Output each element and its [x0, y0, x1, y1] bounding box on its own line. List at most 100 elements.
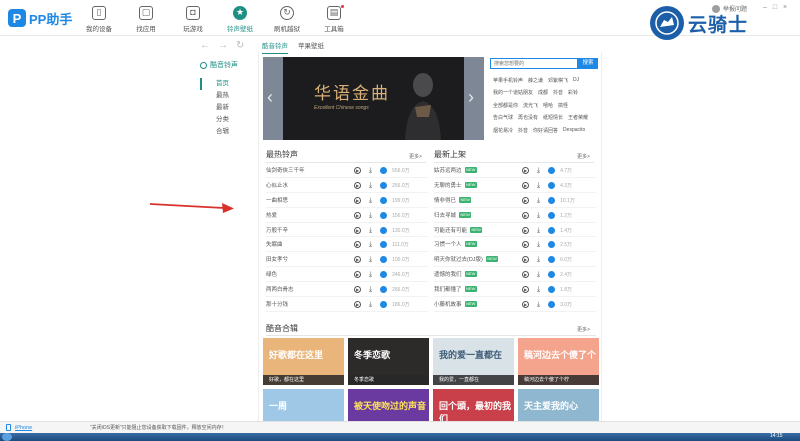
menu-home[interactable]: 首页	[200, 78, 238, 90]
minimize-button[interactable]: –	[760, 3, 770, 13]
menu-newest[interactable]: 最新	[200, 102, 238, 114]
nav-games[interactable]: ◘ 玩游戏	[170, 2, 216, 34]
play-icon[interactable]: ▶	[354, 226, 361, 234]
download-icon[interactable]: ⤓	[537, 197, 540, 204]
hot-tag[interactable]: 苹果手机铃声	[493, 77, 523, 84]
song-row[interactable]: 可能还有可能 NEW ▶ ⤓ 1.4万	[434, 223, 596, 238]
play-icon[interactable]: ▶	[354, 241, 361, 249]
song-row[interactable]: 无聊的勇士 NEW ▶ ⤓ 4.3万	[434, 178, 596, 193]
set-ringtone-icon[interactable]	[548, 271, 556, 279]
download-icon[interactable]: ⤓	[369, 256, 372, 263]
download-icon[interactable]: ⤓	[369, 182, 372, 189]
hot-tag[interactable]: 全部都是你	[493, 102, 518, 109]
hot-tag[interactable]: 搞怪	[558, 102, 568, 109]
set-ringtone-icon[interactable]	[380, 241, 388, 249]
album-card[interactable]: 好歌都在这里 好歌，都在这里	[263, 338, 344, 385]
album-card[interactable]: 我的爱一直都在 我的爱，一直都在	[433, 338, 514, 385]
set-ringtone-icon[interactable]	[548, 301, 556, 309]
download-icon[interactable]: ⤓	[537, 271, 540, 278]
hot-tag[interactable]: 再也没有	[518, 114, 538, 121]
song-row[interactable]: 遗憾的我们 NEW ▶ ⤓ 2.4万	[434, 267, 596, 283]
play-icon[interactable]: ▶	[522, 211, 529, 219]
download-icon[interactable]: ⤓	[369, 167, 372, 174]
hot-tag[interactable]: 成都	[538, 89, 548, 96]
download-icon[interactable]: ⤓	[369, 286, 372, 293]
play-icon[interactable]: ▶	[522, 226, 529, 234]
hot-tag[interactable]: Despacito	[563, 127, 585, 133]
set-ringtone-icon[interactable]	[380, 256, 388, 264]
set-ringtone-icon[interactable]	[548, 181, 556, 189]
latest-more-link[interactable]: 更多>	[577, 153, 590, 160]
set-ringtone-icon[interactable]	[380, 196, 388, 204]
set-ringtone-icon[interactable]	[548, 167, 556, 174]
song-row[interactable]: 明天你就过去(DJ版) NEW ▶ ⤓ 6.0万	[434, 252, 596, 268]
play-icon[interactable]: ▶	[354, 271, 361, 279]
download-icon[interactable]: ⤓	[537, 182, 540, 189]
download-icon[interactable]: ⤓	[537, 286, 540, 293]
download-icon[interactable]: ⤓	[537, 256, 540, 263]
set-ringtone-icon[interactable]	[548, 286, 556, 294]
set-ringtone-icon[interactable]	[548, 211, 556, 219]
play-icon[interactable]: ▶	[522, 301, 529, 309]
refresh-icon[interactable]: ↻	[236, 40, 244, 51]
set-ringtone-icon[interactable]	[548, 241, 556, 249]
hot-tag[interactable]: 告白气球	[493, 114, 513, 121]
song-row[interactable]: 田女孝兮 ▶ ⤓ 100.0万	[266, 252, 428, 268]
play-icon[interactable]: ▶	[522, 271, 529, 279]
hot-tag[interactable]: 你好请回答	[533, 127, 558, 134]
play-icon[interactable]: ▶	[522, 286, 529, 294]
play-icon[interactable]: ▶	[354, 181, 361, 189]
album-card[interactable]: 被天使吻过的声音	[348, 389, 429, 422]
album-card[interactable]: 回个頭，最初的我们	[433, 389, 514, 422]
set-ringtone-icon[interactable]	[380, 271, 388, 279]
play-icon[interactable]: ▶	[354, 167, 361, 174]
hot-tag[interactable]: 纸短情长	[543, 114, 563, 121]
download-icon[interactable]: ⤓	[369, 271, 372, 278]
play-icon[interactable]: ▶	[522, 167, 529, 174]
play-icon[interactable]: ▶	[522, 241, 529, 249]
song-row[interactable]: 小藤机故事 NEW ▶ ⤓ 3.0万	[434, 297, 596, 312]
nav-find-apps[interactable]: ▢ 找应用	[123, 2, 169, 34]
download-icon[interactable]: ⤓	[537, 227, 540, 234]
play-icon[interactable]: ▶	[522, 181, 529, 189]
song-row[interactable]: 那十分钱 ▶ ⤓ 186.0万	[266, 297, 428, 312]
hot-tag[interactable]: 王者荣耀	[568, 114, 588, 121]
set-ringtone-icon[interactable]	[548, 196, 556, 204]
album-card[interactable]: 稿河边去个傻了个 稿河边去个傻了个柠	[518, 338, 599, 385]
song-row[interactable]: 归去寻城 NEW ▶ ⤓ 1.2万	[434, 208, 596, 223]
hot-tag[interactable]: 彩铃	[568, 89, 578, 96]
set-ringtone-icon[interactable]	[380, 211, 388, 219]
play-icon[interactable]: ▶	[354, 196, 361, 204]
set-ringtone-icon[interactable]	[380, 226, 388, 234]
nav-ringtone-wallpaper[interactable]: ★ 铃声壁纸	[217, 2, 263, 34]
play-icon[interactable]: ▶	[354, 211, 361, 219]
download-icon[interactable]: ⤓	[369, 212, 372, 219]
play-icon[interactable]: ▶	[354, 286, 361, 294]
nav-toolbox[interactable]: ▤ 工具箱	[311, 2, 357, 34]
start-button[interactable]	[2, 433, 12, 441]
set-ringtone-icon[interactable]	[380, 167, 388, 174]
song-row[interactable]: 两两白骨志 ▶ ⤓ 266.0万	[266, 282, 428, 298]
set-ringtone-icon[interactable]	[548, 226, 556, 234]
download-icon[interactable]: ⤓	[537, 212, 540, 219]
song-row[interactable]: 热爱 ▶ ⤓ 156.0万	[266, 208, 428, 223]
hot-more-link[interactable]: 更多>	[409, 153, 422, 160]
song-row[interactable]: 我们都懂了 NEW ▶ ⤓ 1.8万	[434, 282, 596, 298]
tab-wallpapers[interactable]: 苹果壁纸	[298, 40, 324, 54]
hot-tag[interactable]: 嘻哈	[543, 102, 553, 109]
play-icon[interactable]: ▶	[354, 256, 361, 264]
set-ringtone-icon[interactable]	[380, 286, 388, 294]
download-icon[interactable]: ⤓	[537, 241, 540, 248]
hot-tag[interactable]: 我的一个道姑朋友	[493, 89, 533, 96]
album-card[interactable]: 冬季恋歌 冬季恋歌	[348, 338, 429, 385]
forward-arrow-icon[interactable]: →	[218, 40, 228, 51]
search-input[interactable]	[490, 58, 578, 69]
song-row[interactable]: 习惯一个人 NEW ▶ ⤓ 2.5万	[434, 237, 596, 253]
hot-tag[interactable]: 抖音	[518, 127, 528, 134]
song-row[interactable]: 姑苏远两边 NEW ▶ ⤓ 4.7万	[434, 163, 596, 178]
banner-carousel[interactable]: ‹ › 华语金曲 Excellent Chinese songs	[263, 57, 484, 140]
song-row[interactable]: 仙剑奇侠三千年 ▶ ⤓ 556.0万	[266, 163, 428, 178]
hot-tag[interactable]: DJ	[573, 77, 579, 83]
download-icon[interactable]: ⤓	[537, 167, 540, 174]
set-ringtone-icon[interactable]	[380, 301, 388, 309]
